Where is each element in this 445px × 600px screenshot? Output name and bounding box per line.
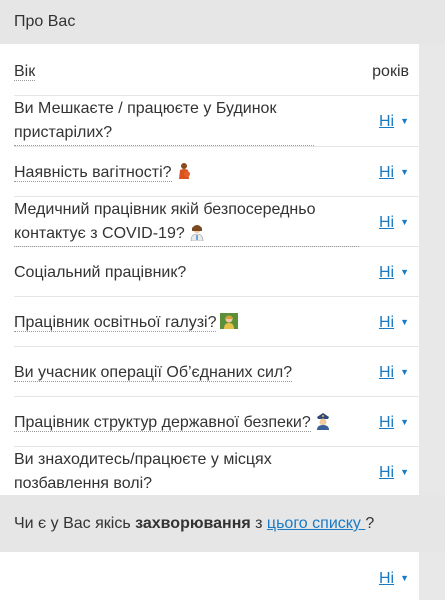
caret-down-icon[interactable]: ▼ bbox=[400, 116, 409, 126]
answer-select[interactable]: Ні ▼ bbox=[379, 360, 409, 385]
question-row: Наявність вагітності? Ні ▼ bbox=[14, 147, 419, 197]
answer-link[interactable]: Ні bbox=[379, 364, 394, 381]
age-label-wrap: Вік bbox=[14, 60, 36, 84]
answer-select[interactable]: Ні ▼ bbox=[379, 410, 409, 435]
questions-card: Вік років Ви Мешкаєте / працюєте у Будин… bbox=[0, 44, 419, 497]
diseases-prefix: Чи є у Вас якісь bbox=[14, 515, 136, 532]
question-label: Ви учасник операції Об’єднаних сил? bbox=[14, 361, 293, 385]
answer-link[interactable]: Ні bbox=[379, 113, 394, 130]
question-label: Ви знаходитесь/працюєте у місцях позбавл… bbox=[14, 448, 359, 497]
caret-down-icon[interactable]: ▼ bbox=[400, 217, 409, 227]
question-label: Соціальний працівник? bbox=[14, 261, 186, 285]
section-header: Про Вас bbox=[0, 0, 445, 44]
caret-down-icon[interactable]: ▼ bbox=[400, 367, 409, 377]
diseases-bold: захворювання bbox=[135, 515, 251, 532]
question-row: Працівник структур державної безпеки? Ні… bbox=[14, 397, 419, 447]
question-text: Ви Мешкаєте / працюєте у Будинок пристар… bbox=[14, 100, 277, 141]
answer-select[interactable]: Ні ▼ bbox=[379, 310, 409, 335]
section-title: Про Вас bbox=[14, 13, 76, 30]
diseases-question: Чи є у Вас якісь захворювання з цього сп… bbox=[0, 495, 445, 552]
question-label: Працівник структур державної безпеки? bbox=[14, 411, 331, 435]
answer-link[interactable]: Ні bbox=[379, 264, 394, 281]
question-row: Працівник освітньої галузі? Ні ▼ bbox=[14, 297, 419, 347]
question-label: Ви Мешкаєте / працюєте у Будинок пристар… bbox=[14, 97, 314, 146]
answer-link[interactable]: Ні bbox=[379, 164, 394, 181]
question-text: Працівник структур державної безпеки? bbox=[14, 414, 311, 432]
pregnant-woman-icon bbox=[178, 163, 190, 179]
caret-down-icon[interactable]: ▼ bbox=[400, 467, 409, 477]
caret-down-icon[interactable]: ▼ bbox=[400, 167, 409, 177]
police-officer-icon bbox=[316, 413, 329, 430]
question-label: Наявність вагітності? bbox=[14, 161, 192, 185]
answer-select[interactable]: Ні ▼ bbox=[379, 460, 409, 485]
question-row: Ви знаходитесь/працюєте у місцях позбавл… bbox=[14, 447, 419, 497]
answer-select[interactable]: Ні ▼ bbox=[379, 260, 409, 285]
answer-select[interactable]: Ні ▼ bbox=[379, 109, 409, 134]
age-label: Вік bbox=[14, 63, 36, 81]
answer-link[interactable]: Ні bbox=[379, 464, 394, 481]
health-worker-icon bbox=[190, 225, 204, 241]
answer-select[interactable]: Ні ▼ bbox=[379, 210, 409, 235]
teacher-icon bbox=[220, 313, 239, 329]
question-row: Медичний працівник якій безпосередньо ко… bbox=[14, 197, 419, 247]
answer-link[interactable]: Ні bbox=[379, 570, 394, 587]
age-row: Вік років bbox=[14, 56, 419, 96]
diseases-answer-card: Ні ▼ bbox=[0, 552, 419, 600]
question-text: Працівник освітньої галузі? bbox=[14, 314, 217, 332]
answer-select[interactable]: Ні ▼ bbox=[379, 566, 409, 591]
answer-link[interactable]: Ні bbox=[379, 314, 394, 331]
question-row: Соціальний працівник? Ні ▼ bbox=[14, 247, 419, 297]
age-unit: років bbox=[372, 63, 409, 80]
question-row: Ви учасник операції Об’єднаних сил? Ні ▼ bbox=[14, 347, 419, 397]
question-text: Соціальний працівник? bbox=[14, 264, 187, 281]
caret-down-icon[interactable]: ▼ bbox=[400, 417, 409, 427]
diseases-middle: з bbox=[250, 515, 267, 532]
answer-link[interactable]: Ні bbox=[379, 414, 394, 431]
answer-select[interactable]: Ні ▼ bbox=[379, 160, 409, 185]
question-label: Працівник освітньої галузі? bbox=[14, 311, 239, 335]
caret-down-icon[interactable]: ▼ bbox=[400, 267, 409, 277]
answer-link[interactable]: Ні bbox=[379, 214, 394, 231]
diseases-suffix: ? bbox=[365, 515, 375, 532]
question-text: Наявність вагітності? bbox=[14, 164, 172, 182]
diseases-list-link[interactable]: цього списку bbox=[267, 515, 365, 532]
question-label: Медичний працівник якій безпосередньо ко… bbox=[14, 198, 359, 247]
caret-down-icon[interactable]: ▼ bbox=[400, 573, 409, 583]
caret-down-icon[interactable]: ▼ bbox=[400, 317, 409, 327]
question-text: Ви знаходитесь/працюєте у місцях позбавл… bbox=[14, 451, 272, 492]
question-text: Ви учасник операції Об’єднаних сил? bbox=[14, 364, 293, 382]
page-gutter bbox=[419, 44, 445, 495]
question-row: Ви Мешкаєте / працюєте у Будинок пристар… bbox=[14, 96, 419, 147]
question-text: Медичний працівник якій безпосередньо ко… bbox=[14, 201, 316, 242]
